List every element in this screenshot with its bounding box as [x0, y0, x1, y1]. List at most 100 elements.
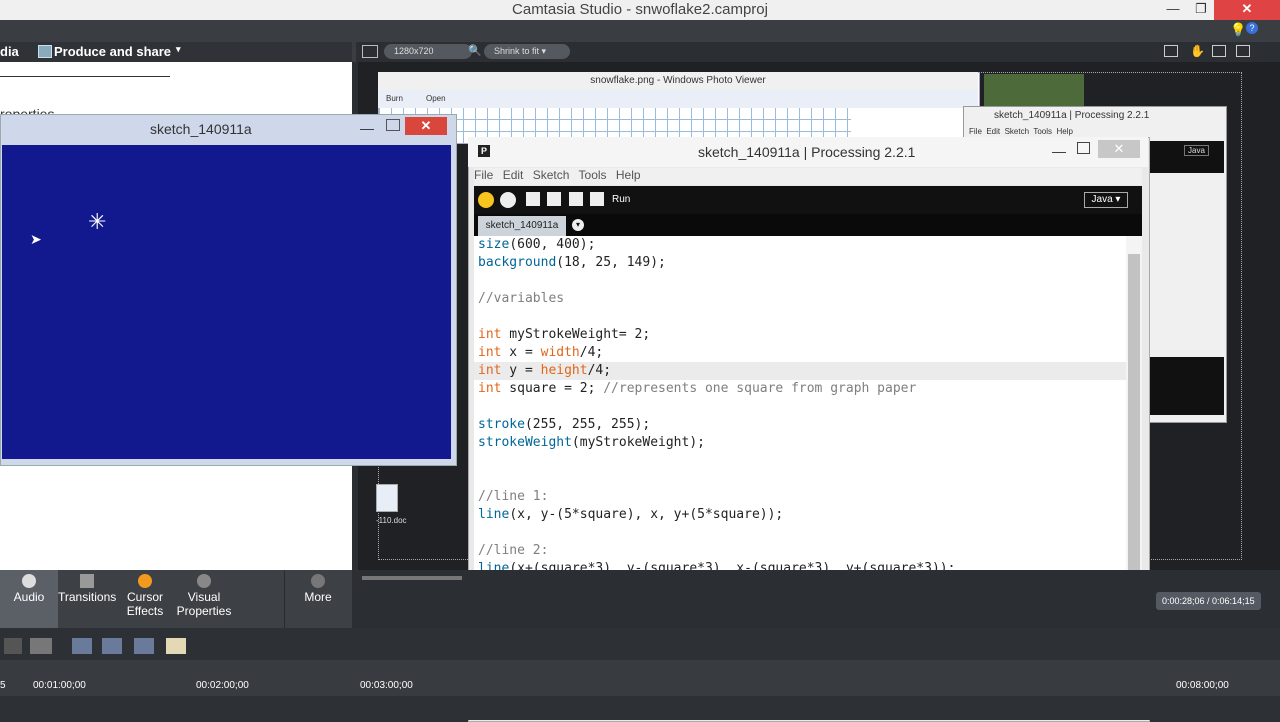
tool-transitions-label: Transitions	[58, 590, 117, 604]
tab-menu-icon[interactable]: ▾	[572, 219, 584, 231]
code-line[interactable]: //line 1:	[478, 488, 548, 506]
code-line[interactable]: int y = height/4;	[474, 362, 1126, 380]
sketch-maximize-button[interactable]	[386, 119, 400, 131]
cursor-effects-icon	[138, 574, 152, 588]
photo-viewer-title: snowflake.png - Windows Photo Viewer	[590, 75, 766, 86]
fit-icon[interactable]	[1164, 45, 1178, 57]
sketch-close-button[interactable]: ✕	[405, 117, 447, 135]
canvas-size-label: 1280x720	[394, 46, 434, 56]
new-icon[interactable]	[526, 192, 540, 206]
tip-icon[interactable]: 💡	[1230, 22, 1246, 38]
search-icon[interactable]: 🔍	[468, 44, 482, 57]
code-line[interactable]: line(x, y-(5*square), x, y+(5*square));	[478, 506, 783, 524]
code-line[interactable]: //variables	[478, 290, 564, 308]
timeline-tick: 00:02:00;00	[196, 680, 249, 691]
visual-properties-icon	[197, 574, 211, 588]
tool-cursor-effects[interactable]: Cursor Effects	[116, 570, 174, 628]
processing-menu-bar: File Edit Sketch Tools Help	[474, 168, 1142, 185]
paste-icon[interactable]	[166, 638, 186, 654]
tool-cursor-effects-label: Cursor Effects	[126, 590, 164, 618]
redo-icon[interactable]	[30, 638, 52, 654]
preview-toolbar: 1280x720 🔍 Shrink to fit ▾ ✋	[356, 42, 1280, 62]
minimize-button[interactable]: —	[1158, 0, 1188, 20]
burn-menu[interactable]: Burn	[386, 94, 403, 103]
code-line[interactable]: size(600, 400);	[478, 236, 595, 254]
help-icon[interactable]: ?	[1246, 22, 1258, 34]
crop-icon[interactable]	[362, 45, 378, 58]
produce-menu-bar: dia Produce and share ▾	[0, 42, 352, 62]
tool-visual-properties[interactable]: Visual Properties	[174, 570, 234, 628]
processing-small-toolbar: Java	[1148, 141, 1224, 173]
timeline-ruler	[0, 660, 1280, 696]
export-icon[interactable]	[590, 192, 604, 206]
code-line[interactable]: int square = 2; //represents one square …	[478, 380, 916, 398]
tool-visual-properties-label: Visual Properties	[176, 590, 232, 618]
sketch-minimize-button[interactable]: —	[360, 120, 374, 136]
processing-small-title: sketch_140911a | Processing 2.2.1	[994, 110, 1150, 121]
processing-tabs: sketch_140911a ▾	[474, 214, 1142, 236]
sketch-title-bar: sketch_140911a — ✕	[0, 114, 455, 144]
mode-dropdown[interactable]: Java ▾	[1084, 192, 1128, 208]
timeline-tick: 5	[0, 680, 6, 691]
time-readout: 0:00:28;06 / 0:06:14;15	[1156, 592, 1261, 610]
playback-area: 0:00:28;06 / 0:06:14;15	[356, 570, 1280, 628]
processing-toolbar: Run Java ▾	[474, 186, 1142, 214]
code-line[interactable]: //line 2:	[478, 542, 548, 560]
menu-file[interactable]: File	[474, 168, 493, 182]
processing-window-title: sketch_140911a | Processing 2.2.1	[698, 144, 916, 160]
document-icon[interactable]	[376, 484, 398, 512]
sketch-canvas: ✳ ➤	[2, 145, 451, 459]
speaker-icon	[22, 574, 36, 588]
processing-maximize-button[interactable]	[1077, 142, 1090, 154]
run-icon[interactable]	[478, 192, 494, 208]
tab-sketch[interactable]: sketch_140911a	[478, 216, 566, 236]
tool-audio[interactable]: Audio	[0, 570, 58, 628]
processing-close-button[interactable]: ✕	[1098, 140, 1140, 158]
document-label: -110.doc	[376, 516, 407, 525]
processing-logo-icon: P	[478, 145, 490, 157]
tool-more-label: More	[304, 590, 332, 604]
menu-sketch[interactable]: Sketch	[533, 168, 570, 182]
hand-icon[interactable]: ✋	[1190, 44, 1205, 58]
photo-viewer-title-bar: snowflake.png - Windows Photo Viewer	[378, 72, 978, 90]
playback-slider[interactable]	[362, 576, 462, 580]
divider	[0, 76, 170, 77]
copy-icon[interactable]	[134, 638, 154, 654]
code-line[interactable]: strokeWeight(myStrokeWeight);	[478, 434, 705, 452]
save-icon[interactable]	[569, 192, 583, 206]
processing-small-menu[interactable]: File Edit Sketch Tools Help	[969, 127, 1073, 136]
split-icon[interactable]	[102, 638, 122, 654]
more-icon	[311, 574, 325, 588]
code-line[interactable]: int myStrokeWeight= 2;	[478, 326, 650, 344]
snowflake-icon: ✳	[88, 209, 107, 234]
mouse-cursor-icon: ➤	[30, 231, 42, 247]
tool-transitions[interactable]: Transitions	[58, 570, 116, 628]
zoom-dropdown[interactable]: Shrink to fit ▾	[484, 44, 570, 59]
processing-minimize-button[interactable]: —	[1052, 143, 1066, 159]
code-line[interactable]: stroke(255, 255, 255);	[478, 416, 650, 434]
tool-audio-label: Audio	[13, 590, 45, 604]
zoom-label: Shrink to fit	[494, 46, 540, 56]
cut-icon[interactable]	[72, 638, 92, 654]
undo-icon[interactable]	[4, 638, 22, 654]
media-tab-fragment[interactable]: dia	[0, 44, 19, 59]
menu-help[interactable]: Help	[616, 168, 641, 182]
camtasia-title-bar: Camtasia Studio - snwoflake2.camproj — ❐…	[0, 0, 1280, 20]
processing-small-mode[interactable]: Java	[1184, 145, 1209, 156]
open-icon[interactable]	[547, 192, 561, 206]
canvas-size-dropdown[interactable]: 1280x720	[384, 44, 472, 59]
tool-more[interactable]: More	[284, 570, 351, 628]
close-button[interactable]: ✕	[1214, 0, 1280, 20]
maximize-button[interactable]: ❐	[1186, 0, 1216, 20]
menu-edit[interactable]: Edit	[503, 168, 524, 182]
chevron-down-icon[interactable]: ▾	[176, 44, 181, 55]
produce-and-share-button[interactable]: Produce and share	[54, 44, 171, 59]
open-menu[interactable]: Open	[426, 94, 446, 103]
code-line[interactable]: background(18, 25, 149);	[478, 254, 666, 272]
produce-icon	[38, 45, 52, 58]
fullscreen-icon[interactable]	[1212, 45, 1226, 57]
menu-tools[interactable]: Tools	[579, 168, 607, 182]
stop-icon[interactable]	[500, 192, 516, 208]
code-line[interactable]: int x = width/4;	[478, 344, 603, 362]
detach-icon[interactable]	[1236, 45, 1250, 57]
